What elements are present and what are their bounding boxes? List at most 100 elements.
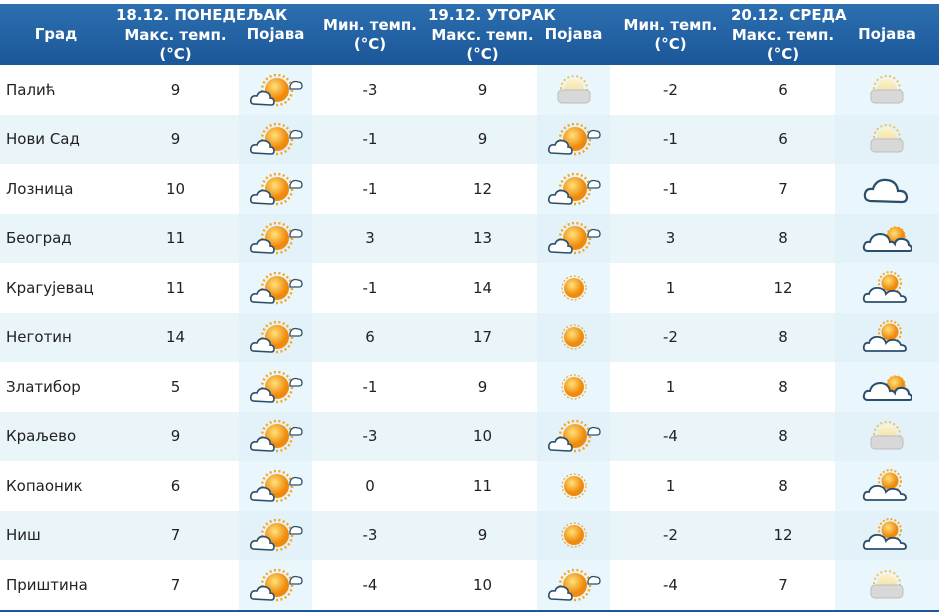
d1-weather-cell bbox=[239, 312, 312, 362]
city-name: Нови Сад bbox=[0, 114, 112, 164]
d1-max-temp: 6 bbox=[112, 461, 239, 511]
d3-min-temp: 1 bbox=[610, 263, 731, 313]
d3-min-temp: -4 bbox=[610, 560, 731, 612]
d2-min-temp: -1 bbox=[312, 362, 428, 412]
d3-weather-cell bbox=[835, 312, 939, 362]
sun-behind-cloud-icon bbox=[239, 367, 312, 407]
d2-weather-cell bbox=[537, 263, 610, 313]
d2-min-temp: -4 bbox=[312, 560, 428, 612]
d3-weather-cell bbox=[835, 263, 939, 313]
d2-weather-cell bbox=[537, 312, 610, 362]
d2-max-temp: 9 bbox=[428, 510, 537, 560]
d1-max-label: Макс. темп. bbox=[124, 25, 227, 44]
sun-behind-cloud-icon bbox=[537, 565, 610, 605]
d2-min-temp: -3 bbox=[312, 65, 428, 115]
clouds-with-sun-icon bbox=[835, 369, 939, 405]
d3-weather-cell bbox=[835, 213, 939, 263]
d3-min-temp: -4 bbox=[610, 411, 731, 461]
d1-weather-label: Појава bbox=[246, 25, 305, 43]
d3-min-temp: -2 bbox=[610, 312, 731, 362]
table-row: Неготин 14 6 17 -2 8 bbox=[0, 312, 939, 362]
d1-max-temp: 9 bbox=[112, 114, 239, 164]
d2-weather-cell bbox=[537, 461, 610, 511]
d3-max-temp: 7 bbox=[731, 560, 835, 612]
d3-weather-label: Појава bbox=[858, 25, 916, 43]
sun-icon bbox=[537, 372, 610, 402]
d3-max-temp: 6 bbox=[731, 65, 835, 115]
overcast-sun-icon bbox=[537, 73, 610, 107]
col-header-d2-max: 19.12. УТОРАК Макс. темп. (°C) bbox=[428, 4, 556, 65]
cloud-icon bbox=[835, 171, 939, 207]
partly-cloudy-icon bbox=[835, 319, 939, 355]
d3-min-temp: -1 bbox=[610, 114, 731, 164]
d3-max-temp: 8 bbox=[731, 312, 835, 362]
col-header-city: Град bbox=[0, 4, 112, 65]
d2-max-unit: (°C) bbox=[466, 44, 499, 63]
d3-weather-cell bbox=[835, 560, 939, 612]
col-header-d3-min: Мин. темп. (°C) bbox=[610, 4, 731, 65]
sun-behind-cloud-icon bbox=[537, 416, 610, 456]
d3-min-temp: 3 bbox=[610, 213, 731, 263]
d1-max-temp: 9 bbox=[112, 65, 239, 115]
d2-max-temp: 9 bbox=[428, 362, 537, 412]
d2-min-temp: -3 bbox=[312, 510, 428, 560]
d1-max-temp: 14 bbox=[112, 312, 239, 362]
sun-icon bbox=[537, 322, 610, 352]
d3-weather-cell bbox=[835, 362, 939, 412]
sun-icon bbox=[537, 471, 610, 501]
table-row: Палић 9 -3 9 -2 6 bbox=[0, 65, 939, 115]
partly-cloudy-icon bbox=[835, 270, 939, 306]
d3-min-temp: -1 bbox=[610, 164, 731, 214]
d2-min-temp: -3 bbox=[312, 411, 428, 461]
d2-max-temp: 14 bbox=[428, 263, 537, 313]
sun-behind-cloud-icon bbox=[537, 218, 610, 258]
sun-behind-cloud-icon bbox=[239, 317, 312, 357]
city-name: Златибор bbox=[0, 362, 112, 412]
d2-weather-cell bbox=[537, 164, 610, 214]
d2-max-temp: 9 bbox=[428, 114, 537, 164]
d2-max-temp: 11 bbox=[428, 461, 537, 511]
d1-weather-cell bbox=[239, 510, 312, 560]
d3-max-temp: 12 bbox=[731, 263, 835, 313]
col-header-d3-weather: Појава bbox=[835, 4, 939, 65]
d3-max-label: Макс. темп. bbox=[731, 25, 835, 44]
d2-weather-cell bbox=[537, 362, 610, 412]
d1-weather-cell bbox=[239, 164, 312, 214]
d3-weather-cell bbox=[835, 461, 939, 511]
d3-weather-cell bbox=[835, 164, 939, 214]
city-name: Ниш bbox=[0, 510, 112, 560]
d1-weather-cell bbox=[239, 114, 312, 164]
d1-weather-cell bbox=[239, 362, 312, 412]
sun-icon bbox=[537, 273, 610, 303]
d3-weather-cell bbox=[835, 114, 939, 164]
table-row: Ниш 7 -3 9 -2 12 bbox=[0, 510, 939, 560]
city-name: Приштина bbox=[0, 560, 112, 612]
sun-behind-cloud-icon bbox=[239, 268, 312, 308]
d1-max-unit: (°C) bbox=[159, 44, 192, 63]
d2-min-temp: -1 bbox=[312, 164, 428, 214]
d1-max-temp: 11 bbox=[112, 263, 239, 313]
d1-weather-cell bbox=[239, 461, 312, 511]
d1-max-temp: 9 bbox=[112, 411, 239, 461]
d1-max-temp: 7 bbox=[112, 510, 239, 560]
day2-date: 19.12. УТОРАК bbox=[428, 5, 556, 24]
d2-weather-cell bbox=[537, 411, 610, 461]
sun-behind-cloud-icon bbox=[239, 515, 312, 555]
d2-max-temp: 10 bbox=[428, 411, 537, 461]
day3-date: 20.12. СРЕДА bbox=[731, 5, 847, 24]
d2-min-unit: (°C) bbox=[353, 34, 387, 53]
d2-max-temp: 9 bbox=[428, 65, 537, 115]
partly-cloudy-icon bbox=[835, 517, 939, 553]
d3-weather-cell bbox=[835, 65, 939, 115]
d3-max-temp: 7 bbox=[731, 164, 835, 214]
d2-weather-cell bbox=[537, 213, 610, 263]
col-header-d2-min: Мин. темп. (°C) bbox=[312, 4, 428, 65]
day1-date: 18.12. ПОНЕДЕЉАК bbox=[116, 5, 288, 24]
d3-max-temp: 12 bbox=[731, 510, 835, 560]
sun-behind-cloud-icon bbox=[239, 416, 312, 456]
d2-max-temp: 13 bbox=[428, 213, 537, 263]
table-header: Град 18.12. ПОНЕДЕЉАК Макс. темп. (°C) П… bbox=[0, 4, 939, 65]
col-header-d1-max: 18.12. ПОНЕДЕЉАК Макс. темп. (°C) bbox=[112, 4, 288, 65]
d3-min-temp: 1 bbox=[610, 461, 731, 511]
table-row: Крагујевац 11 -1 14 1 12 bbox=[0, 263, 939, 313]
